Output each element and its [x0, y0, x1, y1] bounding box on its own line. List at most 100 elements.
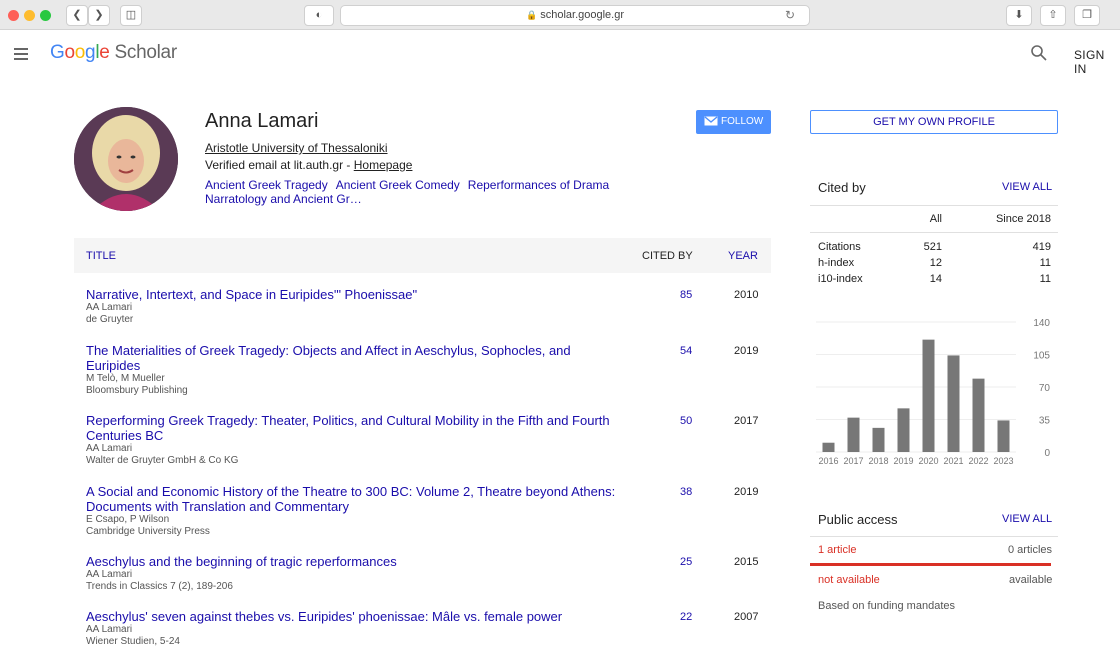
chart-bar[interactable] [847, 417, 860, 452]
logo-letter: e [99, 42, 110, 63]
x-tick-label: 2021 [943, 456, 963, 466]
x-tick-label: 2020 [918, 456, 938, 466]
article-title-link[interactable]: A Social and Economic History of the The… [86, 484, 626, 514]
cited-by-count[interactable]: 50 [680, 415, 692, 427]
logo-letter: g [85, 42, 96, 63]
citations-per-year-chart: 0 35 70 105 140 2016 2017 2018 2019 2020 2021 2022 2… [816, 318, 1051, 466]
search-icon[interactable] [1030, 44, 1048, 62]
article-authors: AA Lamari [86, 624, 133, 635]
table-row: A Social and Economic History of the The… [86, 484, 766, 538]
back-icon[interactable]: ❮ [66, 5, 88, 26]
article-year: 2010 [734, 289, 759, 301]
zoom-window-button[interactable] [40, 10, 51, 21]
homepage-link[interactable]: Homepage [354, 158, 413, 172]
article-venue: Bloomsbury Publishing [86, 385, 188, 396]
chart-bar[interactable] [947, 355, 960, 452]
share-icon[interactable]: ⇧ [1040, 5, 1066, 26]
public-access-view-all-link[interactable]: VIEW ALL [1002, 513, 1052, 525]
minimize-window-button[interactable] [24, 10, 35, 21]
divider [810, 205, 1058, 206]
cited-by-count[interactable]: 22 [680, 611, 692, 623]
divider [810, 536, 1058, 537]
sort-by-cited[interactable]: CITED BY [642, 250, 693, 262]
google-scholar-logo[interactable]: Google Scholar [50, 42, 177, 64]
forward-icon[interactable]: ❯ [88, 5, 110, 26]
stat-all: 12 [929, 257, 942, 269]
email-text: Verified email at lit.auth.gr - [205, 158, 354, 172]
x-tick-label: 2018 [868, 456, 888, 466]
cited-by-count[interactable]: 54 [680, 345, 692, 357]
downloads-icon[interactable]: ⬇ [1006, 5, 1032, 26]
article-year: 2017 [734, 415, 759, 427]
verified-email: Verified email at lit.auth.gr - Homepage [205, 158, 412, 172]
article-title-link[interactable]: Aeschylus and the beginning of tragic re… [86, 554, 626, 569]
tabs-overview-icon[interactable]: ❐ [1074, 5, 1100, 26]
cited-by-count[interactable]: 85 [680, 289, 692, 301]
interest-link[interactable]: Narratology and Ancient Gr… [205, 192, 362, 206]
url-bar[interactable]: 🔒 scholar.google.gr ↻ [340, 5, 810, 26]
stat-label: Citations [818, 241, 861, 253]
hamburger-menu-icon[interactable] [14, 48, 28, 60]
cited-by-count[interactable]: 25 [680, 556, 692, 568]
chart-bar[interactable] [822, 442, 835, 452]
table-row: Reperforming Greek Tragedy: Theater, Pol… [86, 413, 766, 467]
available-label: available [1009, 574, 1053, 586]
chart-bar[interactable] [897, 408, 910, 452]
browser-toolbar: ❮ ❯ ◫ ◐ 🔒 scholar.google.gr ↻ ⬇ ⇧ ❐ [0, 0, 1120, 30]
privacy-shield-icon[interactable]: ◐ [304, 5, 334, 26]
table-row: Narrative, Intertext, and Space in Eurip… [86, 287, 766, 326]
articles-not-available-count[interactable]: 1 article [818, 544, 857, 556]
chart-bar[interactable] [922, 339, 935, 452]
article-authors: AA Lamari [86, 302, 133, 313]
article-title-link[interactable]: Aeschylus' seven against thebes vs. Euri… [86, 609, 626, 624]
y-tick-label: 70 [1039, 383, 1051, 394]
sign-in-link[interactable]: SIGN IN [1074, 48, 1120, 76]
sort-by-title[interactable]: TITLE [86, 250, 116, 262]
research-interests: Ancient Greek Tragedy Ancient Greek Comed… [205, 178, 665, 206]
article-venue: Walter de Gruyter GmbH & Co KG [86, 455, 239, 466]
profile-avatar [74, 107, 178, 211]
chart-bar[interactable] [997, 420, 1010, 452]
interest-link[interactable]: Ancient Greek Comedy [336, 178, 460, 192]
public-access-bar [810, 563, 1051, 566]
cited-by-view-all-link[interactable]: VIEW ALL [1002, 181, 1052, 193]
table-row: The Materialities of Greek Tragedy: Obje… [86, 343, 766, 397]
stat-all: 14 [929, 273, 942, 285]
profile-name: Anna Lamari [205, 110, 319, 132]
public-access-heading: Public access [818, 512, 898, 527]
interest-link[interactable]: Reperformances of Drama [468, 178, 609, 192]
article-title-link[interactable]: The Materialities of Greek Tragedy: Obje… [86, 343, 626, 373]
sort-by-year[interactable]: YEAR [728, 250, 758, 262]
logo-google-text: Google [50, 42, 110, 63]
article-authors: AA Lamari [86, 569, 133, 580]
x-tick-label: 2016 [818, 456, 838, 466]
chart-bar[interactable] [872, 427, 885, 452]
x-tick-label: 2019 [893, 456, 913, 466]
article-title-link[interactable]: Narrative, Intertext, and Space in Eurip… [86, 287, 626, 302]
url-text: scholar.google.gr [540, 9, 624, 21]
chart-bar[interactable] [972, 378, 985, 452]
reload-icon[interactable]: ↻ [785, 6, 795, 25]
logo-scholar-text: Scholar [114, 42, 178, 63]
stat-label: i10-index [818, 273, 863, 285]
table-row: Aeschylus' seven against thebes vs. Euri… [86, 609, 766, 648]
cited-by-heading: Cited by [818, 180, 866, 195]
article-venue: de Gruyter [86, 314, 134, 325]
article-year: 2007 [734, 611, 759, 623]
close-window-button[interactable] [8, 10, 19, 21]
get-my-own-profile-button[interactable]: GET MY OWN PROFILE [810, 110, 1058, 134]
follow-button[interactable]: FOLLOW [696, 110, 771, 134]
article-venue: Trends in Classics 7 (2), 189-206 [86, 581, 233, 592]
not-available-label: not available [818, 574, 880, 586]
interest-link[interactable]: Ancient Greek Tragedy [205, 178, 328, 192]
cited-by-count[interactable]: 38 [680, 486, 692, 498]
y-tick-label: 35 [1039, 416, 1051, 427]
sidebar-toggle-icon[interactable]: ◫ [120, 5, 142, 26]
articles-available-count[interactable]: 0 articles [1008, 544, 1052, 556]
article-title-link[interactable]: Reperforming Greek Tragedy: Theater, Pol… [86, 413, 626, 443]
article-venue: Wiener Studien, 5-24 [86, 636, 180, 647]
affiliation-link[interactable]: Aristotle University of Thessaloniki [205, 141, 388, 155]
stat-since: 419 [1032, 241, 1051, 253]
divider [810, 232, 1058, 233]
stat-all: 521 [923, 241, 942, 253]
